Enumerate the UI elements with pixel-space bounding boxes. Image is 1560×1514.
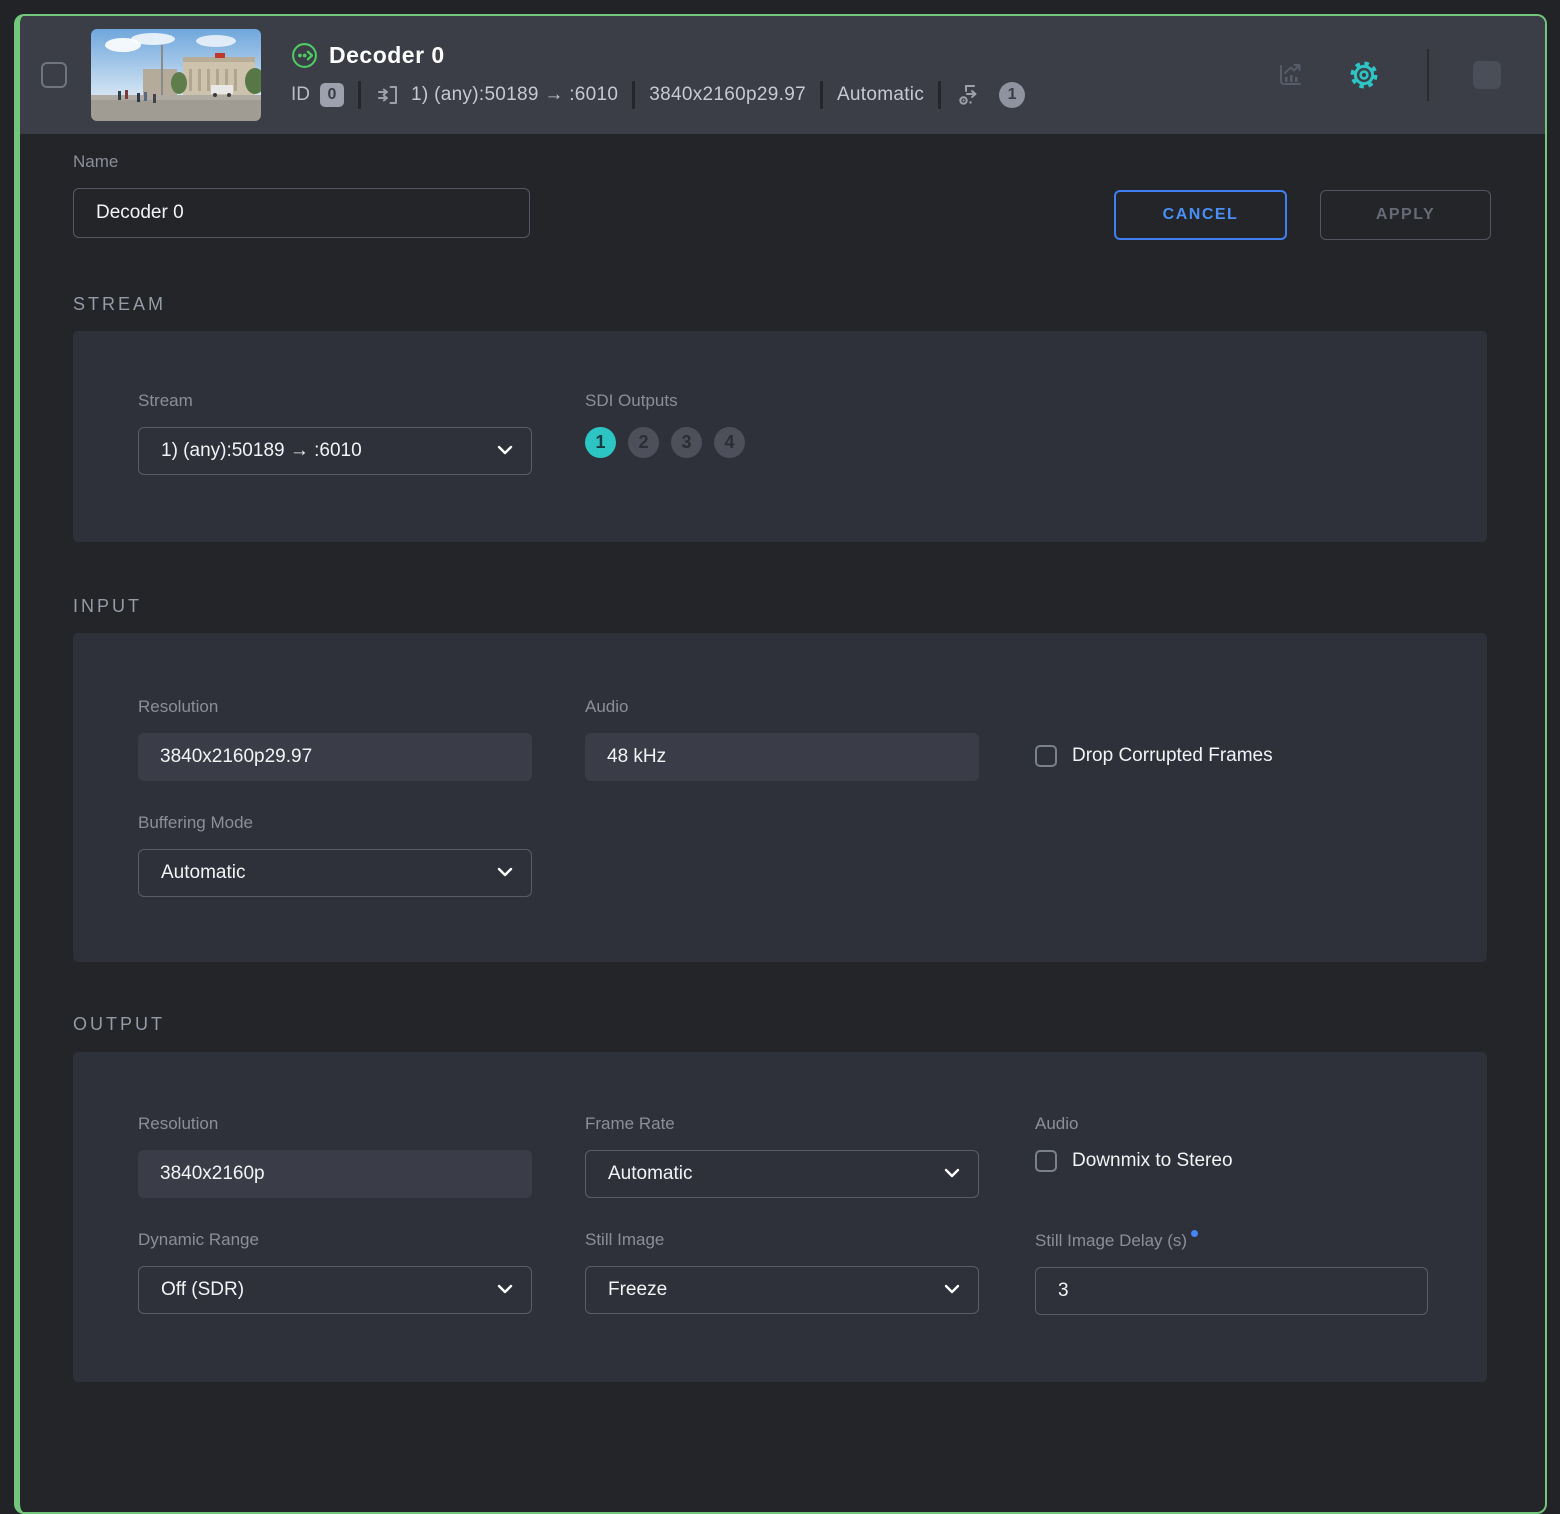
select-checkbox[interactable] bbox=[41, 62, 67, 88]
input-audio-text: 48 kHz bbox=[607, 746, 667, 767]
output-section-title: OUTPUT bbox=[73, 1014, 165, 1034]
decoder-header: Decoder 0 ID 0 1) (any):50189 → :6010 38… bbox=[20, 16, 1545, 134]
chevron-down-icon bbox=[497, 867, 513, 877]
drop-corrupted-frames-label: Drop Corrupted Frames bbox=[1072, 745, 1273, 766]
still-image-delay-label-text: Still Image Delay (s) bbox=[1035, 1231, 1188, 1250]
dynamic-range-label: Dynamic Range bbox=[138, 1230, 259, 1249]
name-input[interactable] bbox=[73, 188, 530, 238]
decoder-panel: Decoder 0 ID 0 1) (any):50189 → :6010 38… bbox=[14, 14, 1547, 1514]
gear-icon[interactable] bbox=[1347, 58, 1381, 92]
output-resolution-label: Resolution bbox=[138, 1114, 219, 1133]
input-resolution-value: 3840x2160p29.97 bbox=[138, 733, 532, 781]
cancel-button[interactable]: CANCEL bbox=[1114, 190, 1287, 240]
preview-thumbnail[interactable] bbox=[91, 29, 261, 121]
meta-divider bbox=[358, 80, 361, 109]
header-actions bbox=[1275, 49, 1501, 101]
input-audio-value: 48 kHz bbox=[585, 733, 979, 781]
input-resolution-group: Resolution 3840x2160p29.97 bbox=[138, 697, 532, 781]
statistics-icon[interactable] bbox=[1275, 60, 1305, 90]
output-resolution-value: 3840x2160p bbox=[138, 1150, 532, 1198]
downmix-to-stereo-checkbox[interactable] bbox=[1035, 1150, 1057, 1172]
input-audio-label: Audio bbox=[585, 697, 629, 716]
sdi-output-icon bbox=[955, 81, 983, 108]
chevron-down-icon bbox=[497, 1284, 513, 1294]
decoder-title: Decoder 0 bbox=[329, 41, 445, 68]
chevron-down-icon bbox=[944, 1284, 960, 1294]
dynamic-range-select[interactable]: Off (SDR) bbox=[138, 1266, 532, 1314]
input-audio-group: Audio 48 kHz bbox=[585, 697, 979, 781]
id-badge: 0 bbox=[320, 82, 344, 107]
thumbnail-image bbox=[91, 29, 261, 121]
sdi-outputs-label: SDI Outputs bbox=[585, 391, 678, 410]
drop-corrupted-frames-checkbox[interactable] bbox=[1035, 745, 1057, 767]
stream-route-meta: 1) (any):50189 → :6010 bbox=[411, 83, 619, 105]
sdi-output-count-badge: 1 bbox=[999, 81, 1026, 108]
stream-section-title: STREAM bbox=[73, 294, 167, 314]
stream-select-value: 1) (any):50189 → :6010 bbox=[161, 440, 362, 461]
meta-divider bbox=[938, 80, 942, 109]
frame-rate-select[interactable]: Automatic bbox=[585, 1150, 979, 1198]
stream-select[interactable]: 1) (any):50189 → :6010 bbox=[138, 427, 532, 475]
sdi-output-1-toggle[interactable]: 1 bbox=[585, 427, 616, 458]
drop-corrupted-frames-row: Drop Corrupted Frames bbox=[1035, 745, 1273, 767]
decoder-settings-body: Name CANCEL APPLY STREAM Stream 1) (any)… bbox=[20, 134, 1545, 1512]
frame-rate-value: Automatic bbox=[608, 1163, 693, 1184]
sdi-output-2-toggle[interactable]: 2 bbox=[628, 427, 659, 458]
frame-rate-label: Frame Rate bbox=[585, 1114, 675, 1133]
still-image-select[interactable]: Freeze bbox=[585, 1266, 979, 1314]
resolution-meta: 3840x2160p29.97 bbox=[649, 83, 806, 105]
apply-button[interactable]: APPLY bbox=[1320, 190, 1491, 240]
chevron-down-icon bbox=[944, 1168, 960, 1178]
still-image-delay-group: Still Image Delay (s) bbox=[1035, 1230, 1428, 1315]
buffering-mode-select[interactable]: Automatic bbox=[138, 849, 532, 897]
still-image-delay-input[interactable] bbox=[1035, 1267, 1428, 1315]
sdi-output-4-toggle[interactable]: 4 bbox=[714, 427, 745, 458]
decoder-active-icon bbox=[291, 42, 318, 69]
buffering-mode-value: Automatic bbox=[161, 862, 246, 883]
meta-divider bbox=[632, 80, 636, 109]
name-label: Name bbox=[73, 152, 119, 171]
decoder-title-block: Decoder 0 ID 0 1) (any):50189 → :6010 38… bbox=[291, 41, 1026, 109]
stream-label: Stream bbox=[138, 391, 193, 410]
sdi-output-3-toggle[interactable]: 3 bbox=[671, 427, 702, 458]
input-card: Resolution 3840x2160p29.97 Audio 48 kHz … bbox=[73, 633, 1487, 962]
still-image-value: Freeze bbox=[608, 1279, 668, 1300]
meta-divider bbox=[819, 80, 823, 109]
downmix-row: Downmix to Stereo bbox=[1035, 1150, 1233, 1172]
modified-indicator-dot bbox=[1191, 1230, 1199, 1237]
output-resolution-text: 3840x2160p bbox=[160, 1163, 265, 1184]
still-image-delay-label: Still Image Delay (s) bbox=[1035, 1230, 1428, 1251]
buffering-mode-group: Buffering Mode Automatic bbox=[138, 813, 532, 897]
stream-field-group: Stream 1) (any):50189 → :6010 bbox=[138, 391, 532, 475]
decoder-meta-row: ID 0 1) (any):50189 → :6010 3840x2160p29… bbox=[291, 80, 1026, 109]
still-image-group: Still Image Freeze bbox=[585, 1230, 979, 1314]
downmix-to-stereo-label: Downmix to Stereo bbox=[1072, 1150, 1233, 1171]
chevron-down-icon bbox=[497, 445, 513, 455]
input-resolution-text: 3840x2160p29.97 bbox=[160, 746, 313, 767]
output-audio-label: Audio bbox=[1035, 1114, 1079, 1133]
input-resolution-label: Resolution bbox=[138, 697, 219, 716]
dynamic-range-group: Dynamic Range Off (SDR) bbox=[138, 1230, 532, 1314]
buffering-mode-label: Buffering Mode bbox=[138, 813, 253, 832]
square-tile-icon[interactable] bbox=[1473, 61, 1501, 89]
dynamic-range-value: Off (SDR) bbox=[161, 1279, 245, 1300]
still-image-label: Still Image bbox=[585, 1230, 665, 1249]
sdi-outputs-group: SDI Outputs 1 2 3 4 bbox=[585, 391, 745, 458]
header-divider bbox=[1427, 49, 1429, 101]
stream-card: Stream 1) (any):50189 → :6010 SDI Output… bbox=[73, 331, 1487, 542]
output-audio-group: Audio Downmix to Stereo bbox=[1035, 1114, 1233, 1172]
stream-input-icon bbox=[375, 82, 401, 108]
output-resolution-group: Resolution 3840x2160p bbox=[138, 1114, 532, 1198]
name-field-group: Name bbox=[73, 152, 530, 238]
frame-rate-group: Frame Rate Automatic bbox=[585, 1114, 979, 1198]
sdi-outputs-row: 1 2 3 4 bbox=[585, 427, 745, 458]
output-card: Resolution 3840x2160p Frame Rate Automat… bbox=[73, 1052, 1487, 1382]
buffering-meta: Automatic bbox=[836, 83, 925, 105]
id-label: ID bbox=[291, 83, 310, 105]
input-section-title: INPUT bbox=[73, 596, 142, 616]
